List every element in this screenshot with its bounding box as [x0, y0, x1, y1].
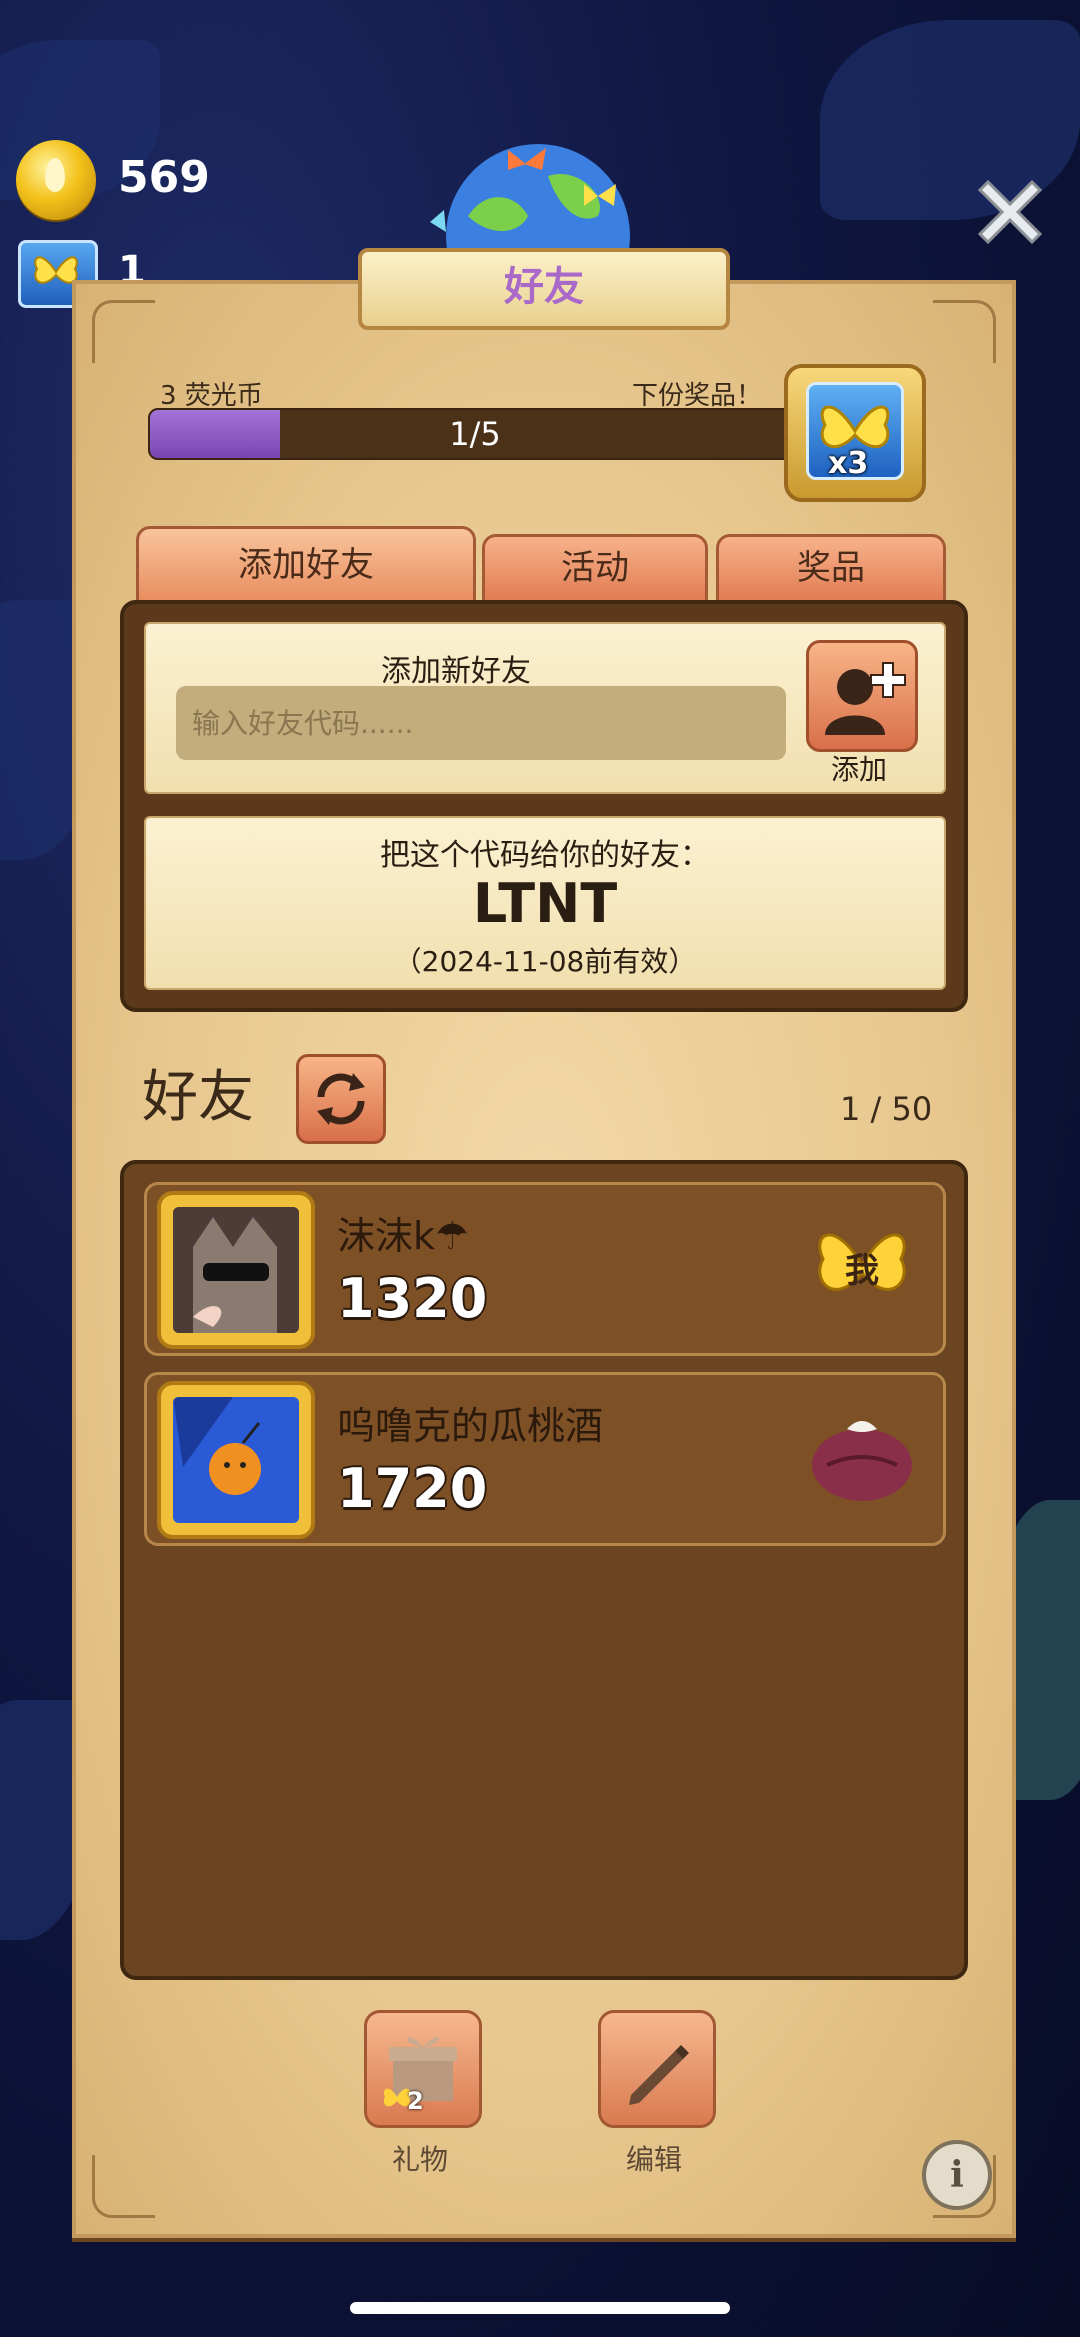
- avatar: [157, 1381, 315, 1539]
- add-friend-title: 添加新好友: [381, 654, 531, 689]
- friend-row[interactable]: 沫沫k☂ 1320 我: [144, 1182, 946, 1356]
- gift-button[interactable]: 2: [364, 2010, 482, 2128]
- code-expiry: （2024-11-08前有效）: [393, 945, 697, 978]
- reward-progress-bar: 1/5: [148, 408, 802, 460]
- coin-count: 569: [118, 152, 210, 203]
- tab-add-friend[interactable]: 添加好友: [136, 526, 476, 608]
- close-button[interactable]: [966, 168, 1054, 256]
- friend-row[interactable]: 呜噜克的瓜桃酒 1720: [144, 1372, 946, 1546]
- friend-code: LTNT: [472, 872, 618, 935]
- friend-name: 呜噜克的瓜桃酒: [337, 1404, 604, 1448]
- reward-quantity: x3: [828, 446, 869, 481]
- share-code-card: 把这个代码给你的好友： LTNT （2024-11-08前有效）: [144, 816, 946, 990]
- gift-quantity: 2: [407, 2087, 424, 2115]
- friend-score: 1720: [337, 1457, 488, 1520]
- gift-label: 礼物: [391, 2143, 448, 2176]
- refresh-button[interactable]: [296, 1054, 386, 1144]
- add-friend-card: 添加新好友 添加: [144, 622, 946, 794]
- info-button[interactable]: i: [922, 2140, 992, 2210]
- progress-text: 1/5: [449, 415, 501, 453]
- edit-button[interactable]: [598, 2010, 716, 2128]
- add-friend-section: 添加新好友 添加 把这个代码给你的好友： LTNT （2024-11-08前有效…: [120, 600, 968, 1012]
- close-icon: [977, 179, 1043, 245]
- add-user-icon: [825, 662, 906, 735]
- page-title: 好友: [504, 264, 584, 310]
- friend-name: 沫沫k☂: [337, 1214, 470, 1258]
- tab-label: 奖品: [797, 548, 865, 588]
- share-code-prompt: 把这个代码给你的好友：: [380, 838, 710, 873]
- next-reward-box[interactable]: x3: [784, 364, 926, 502]
- avatar: [157, 1191, 315, 1349]
- cat-avatar-image: [173, 1207, 299, 1333]
- home-indicator[interactable]: [350, 2302, 730, 2314]
- refresh-icon: [317, 1073, 365, 1125]
- butterfly-me-badge: 我: [807, 1215, 917, 1315]
- tab-rewards[interactable]: 奖品: [716, 534, 946, 606]
- progress-next-reward-label: 下份奖品！: [632, 381, 763, 411]
- pencil-icon: [629, 2045, 689, 2105]
- tab-events[interactable]: 活动: [482, 534, 708, 606]
- info-icon: i: [950, 2154, 964, 2196]
- friend-code-input[interactable]: [176, 686, 786, 760]
- edit-label: 编辑: [625, 2143, 682, 2176]
- tab-label: 添加好友: [238, 545, 374, 585]
- tab-label: 活动: [561, 548, 629, 588]
- add-friend-button[interactable]: [806, 640, 918, 752]
- bee-avatar-image: [173, 1397, 299, 1523]
- corner-ornament: [92, 2155, 155, 2218]
- corner-ornament: [933, 300, 996, 363]
- me-label: 我: [845, 1251, 879, 1291]
- add-button-label: 添加: [830, 753, 887, 786]
- title-ribbon: 好友: [358, 248, 730, 330]
- gift-bag-icon[interactable]: [807, 1405, 917, 1505]
- corner-ornament: [92, 300, 155, 363]
- friends-heading: 好友: [142, 1065, 254, 1130]
- progress-currency-label: 3 荧光币: [160, 381, 263, 411]
- friends-count: 1 / 50: [840, 1090, 933, 1128]
- coin-icon: [16, 140, 96, 220]
- friend-score: 1320: [337, 1267, 488, 1330]
- friends-list: 沫沫k☂ 1320 我 呜噜克的瓜桃酒 1720: [120, 1160, 968, 1980]
- top-hud: 569 1: [16, 140, 316, 308]
